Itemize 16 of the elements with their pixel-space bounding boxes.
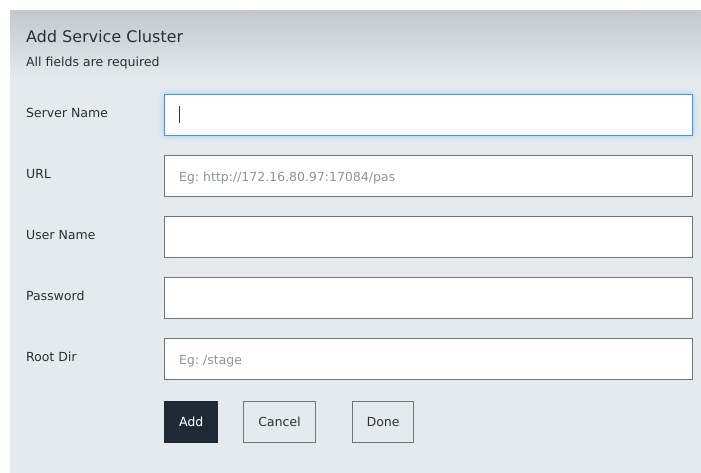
field-label: User Name — [26, 226, 96, 244]
action-button[interactable]: Add — [164, 401, 218, 443]
text-cursor — [179, 106, 180, 123]
field-label: URL — [26, 164, 52, 183]
input-field[interactable] — [164, 216, 693, 258]
action-button[interactable]: Cancel — [243, 401, 316, 443]
input-field[interactable] — [164, 277, 693, 319]
action-button[interactable]: Done — [352, 401, 414, 443]
dialog-subtitle: All fields are required — [26, 53, 160, 71]
input-field[interactable]: Eg: http://172.16.80.97:17084/pas — [164, 155, 693, 197]
dialog-title: Add Service Cluster — [26, 26, 184, 48]
input-field[interactable] — [164, 94, 693, 136]
field-label: Server Name — [26, 104, 109, 122]
field-label: Password — [26, 286, 86, 305]
field-label: Root Dir — [26, 348, 78, 366]
input-field[interactable]: Eg: /stage — [164, 338, 693, 380]
